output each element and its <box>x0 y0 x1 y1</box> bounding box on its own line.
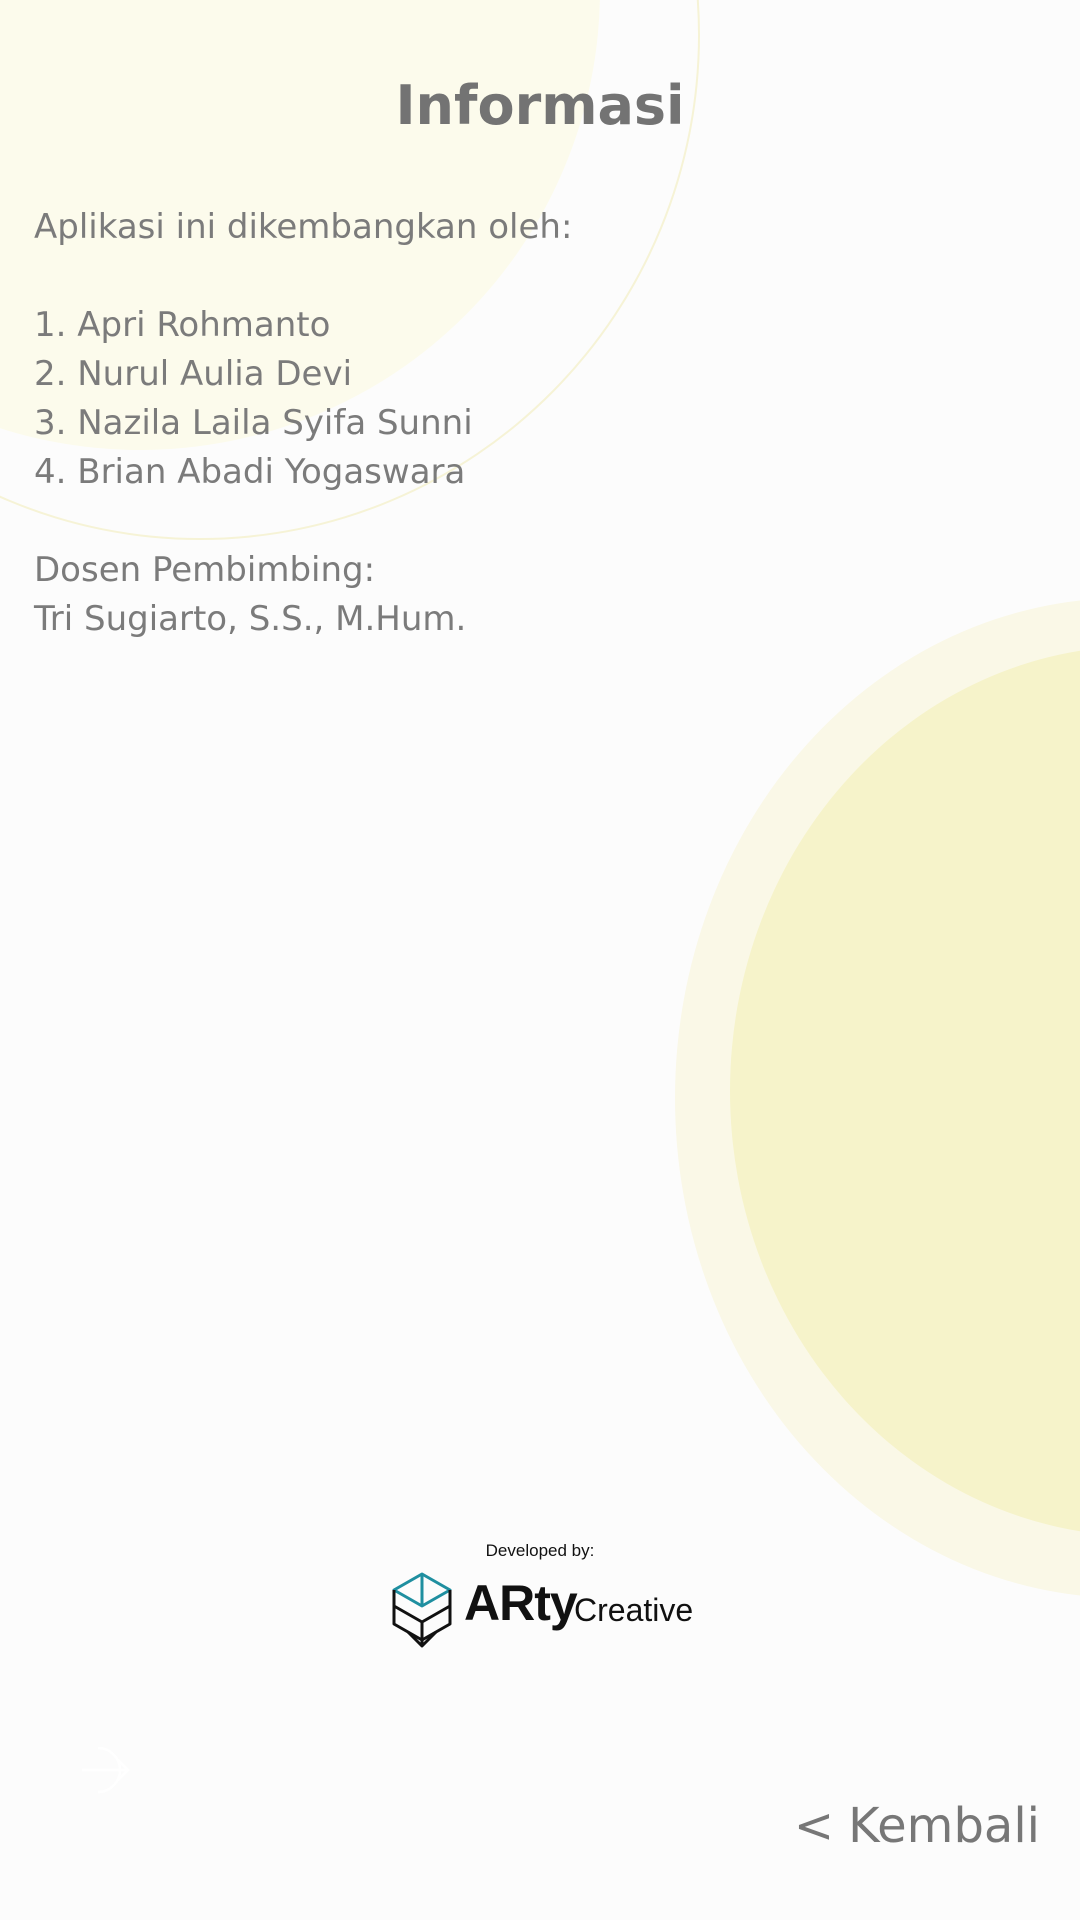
cube-icon <box>392 1572 452 1648</box>
arty-creative-logo: ARty Creative <box>390 1572 700 1650</box>
back-button[interactable]: < Kembali <box>794 1798 1040 1854</box>
developer-item: 3. Nazila Laila Syifa Sunni <box>34 403 473 443</box>
login-icon[interactable] <box>74 1740 134 1800</box>
supervisor-name: Tri Sugiarto, S.S., M.Hum. <box>34 599 467 639</box>
page-title: Informasi <box>395 74 685 137</box>
logo-wordmark-secondary: Creative <box>574 1592 694 1628</box>
credits-section: Aplikasi ini dikembangkan oleh: 1. Apri … <box>34 203 1034 644</box>
logo-wordmark-primary: ARty <box>464 1575 578 1631</box>
info-screen: Informasi Aplikasi ini dikembangkan oleh… <box>0 0 1080 1920</box>
developer-item: 4. Brian Abadi Yogaswara <box>34 452 466 492</box>
supervisor-label: Dosen Pembimbing: <box>34 550 376 590</box>
chevron-left-icon: < <box>793 1798 835 1854</box>
credits-intro: Aplikasi ini dikembangkan oleh: <box>34 207 573 247</box>
back-button-label: Kembali <box>848 1798 1040 1854</box>
developer-item: 1. Apri Rohmanto <box>34 305 331 345</box>
developer-item: 2. Nurul Aulia Devi <box>34 354 353 394</box>
developed-by-label: Developed by: <box>485 1541 595 1560</box>
